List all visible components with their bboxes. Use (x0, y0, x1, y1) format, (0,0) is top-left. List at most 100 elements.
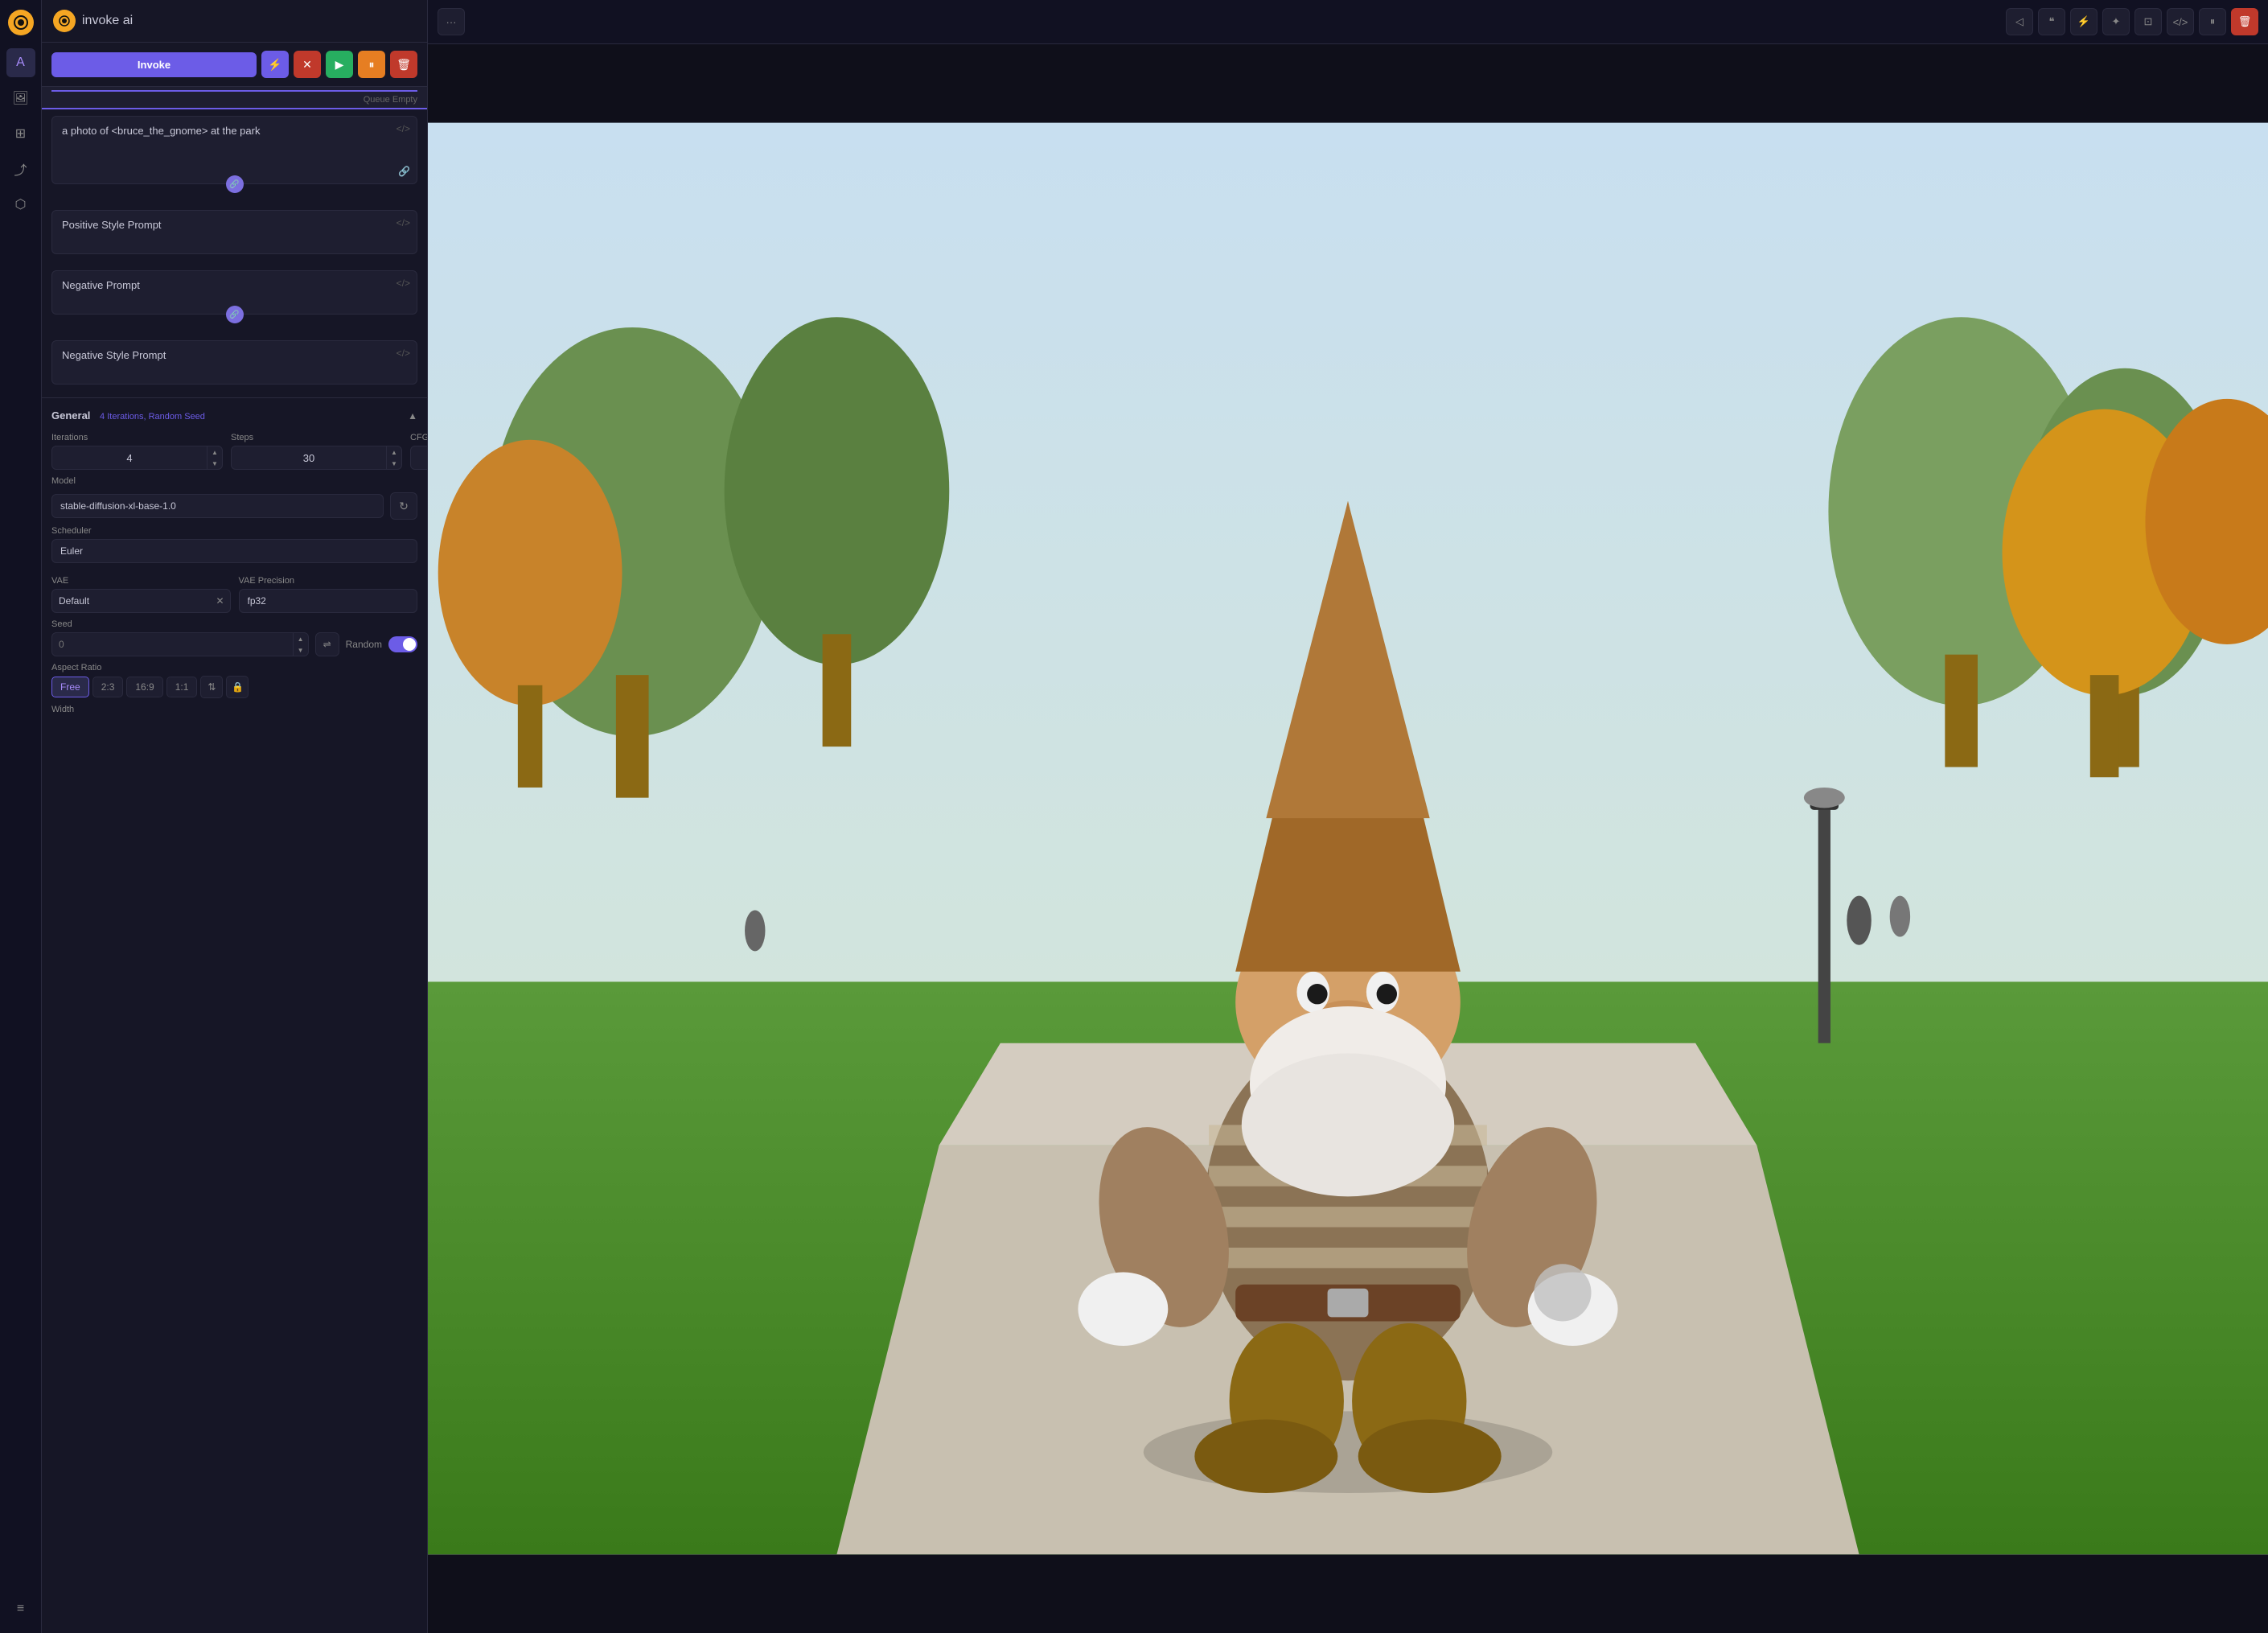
sidebar-item-menu[interactable]: ≡ (6, 1594, 35, 1623)
viewer-quote-button[interactable]: ❝ (2038, 8, 2065, 35)
viewer-pause-button[interactable]: ⏸ (2199, 8, 2226, 35)
general-section-header[interactable]: General 4 Iterations, Random Seed ▲ (51, 405, 417, 426)
seed-shuffle-button[interactable]: ⇌ (315, 632, 339, 656)
model-label: Model (51, 476, 417, 486)
app-name: invoke ai (82, 14, 133, 28)
app-logo (8, 10, 34, 35)
pause-button[interactable]: ⏸ (358, 51, 385, 78)
trash-button[interactable]: 🗑 (390, 51, 417, 78)
negative-section: </> 🔗 (42, 267, 427, 327)
viewer-toolbar: ··· ◁ ❝ ⚡ ✦ ⊡ </> ⏸ 🗑 (428, 0, 2268, 44)
toggle-knob (403, 638, 416, 651)
steps-input[interactable] (232, 447, 386, 469)
progress-bar (51, 90, 417, 92)
negative-prompt-box: </> 🔗 (51, 270, 417, 315)
app-title-bar: invoke ai (42, 0, 427, 43)
viewer-star-button[interactable]: ✦ (2102, 8, 2130, 35)
steps-label: Steps (231, 433, 402, 442)
viewer-send-button[interactable]: ⚡ (2070, 8, 2097, 35)
general-title: General (51, 409, 90, 422)
sidebar-item-grid[interactable]: ⊞ (6, 119, 35, 148)
steps-down[interactable]: ▼ (387, 458, 401, 469)
aspect-1-1-button[interactable]: 1:1 (166, 677, 198, 697)
vae-input[interactable] (52, 590, 211, 612)
viewer-back-button[interactable]: ◁ (2006, 8, 2033, 35)
negative-link-center[interactable]: 🔗 (226, 306, 244, 323)
aspect-ratio-label: Aspect Ratio (51, 663, 417, 673)
cfg-scale-param: CFG Scale ▲ ▼ (410, 433, 428, 470)
steps-input-wrap: ▲ ▼ (231, 446, 402, 470)
aspect-16-9-button[interactable]: 16:9 (126, 677, 162, 697)
positive-prompt-code-icon[interactable]: </> (396, 123, 410, 134)
model-select-wrap: stable-diffusion-xl-base-1.0 stable-diff… (51, 494, 384, 518)
negative-style-prompt-box: </> (51, 340, 417, 385)
chevron-up-icon: ▲ (408, 410, 417, 422)
invoke-toolbar: Invoke ⚡ ✕ ▶ ⏸ 🗑 (42, 43, 427, 87)
positive-prompt-box: </> 🔗 🔗 (51, 116, 417, 184)
seed-down[interactable]: ▼ (294, 644, 308, 656)
prompt-link-center[interactable]: 🔗 (226, 175, 244, 193)
title-logo (53, 10, 76, 32)
left-panel: invoke ai Invoke ⚡ ✕ ▶ ⏸ 🗑 Queue Empty <… (42, 0, 428, 1633)
iterations-label: Iterations (51, 433, 223, 442)
negative-style-section: </> (42, 327, 427, 397)
aspect-2-3-button[interactable]: 2:3 (92, 677, 124, 697)
aspect-lock-button[interactable]: 🔒 (226, 676, 249, 698)
positive-style-prompt-input[interactable] (52, 211, 417, 251)
viewer-code-button[interactable]: </> (2167, 8, 2194, 35)
scheduler-label: Scheduler (51, 526, 417, 536)
seed-row: Seed ▲ ▼ ⇌ Random (51, 619, 417, 656)
negative-style-code-icon[interactable]: </> (396, 348, 410, 359)
lightning-button[interactable]: ⚡ (261, 51, 289, 78)
cfg-scale-label: CFG Scale (410, 433, 428, 442)
general-subtitle: 4 Iterations, Random Seed (100, 412, 205, 422)
iterations-input[interactable] (52, 447, 207, 469)
vae-clear-button[interactable]: ✕ (211, 595, 230, 607)
aspect-free-button[interactable]: Free (51, 677, 89, 697)
sidebar-item-image[interactable]: 🖼 (6, 84, 35, 113)
steps-up[interactable]: ▲ (387, 446, 401, 458)
sidebar-item-share[interactable]: ⤴ (6, 154, 35, 183)
aspect-swap-button[interactable]: ⇅ (200, 676, 223, 698)
vae-label: VAE (51, 576, 231, 586)
image-area (428, 44, 2268, 1633)
seed-label: Seed (51, 619, 417, 629)
positive-prompt-link-icon[interactable]: 🔗 (398, 166, 410, 177)
invoke-button[interactable]: Invoke (51, 52, 257, 77)
vae-precision-select[interactable]: fp32 fp16 auto (239, 589, 418, 613)
positive-style-section: </> (42, 197, 427, 267)
vae-precision-param: VAE Precision fp32 fp16 auto (239, 576, 418, 613)
scheduler-select[interactable]: Euler DDIM DPM++ 2M Karras (51, 539, 417, 563)
viewer-more-button[interactable]: ··· (438, 8, 465, 35)
sidebar-item-avatar[interactable]: A (6, 48, 35, 77)
viewer-delete-button[interactable]: 🗑 (2231, 8, 2258, 35)
scheduler-param: Scheduler Euler DDIM DPM++ 2M Karras (51, 526, 417, 570)
model-refresh-button[interactable]: ↻ (390, 492, 417, 520)
cfg-input[interactable] (411, 447, 428, 469)
prompt-section: </> 🔗 🔗 (42, 109, 427, 197)
close-button[interactable]: ✕ (294, 51, 321, 78)
steps-param: Steps ▲ ▼ (231, 433, 402, 470)
random-toggle[interactable] (388, 636, 417, 652)
iterations-down[interactable]: ▼ (207, 458, 222, 469)
iterations-param: Iterations ▲ ▼ (51, 433, 223, 470)
width-label: Width (51, 705, 417, 714)
random-label: Random (346, 639, 382, 650)
model-select[interactable]: stable-diffusion-xl-base-1.0 stable-diff… (51, 494, 384, 518)
aspect-ratio-row: Aspect Ratio Free 2:3 16:9 1:1 ⇅ 🔒 (51, 663, 417, 698)
right-panel: ··· ◁ ❝ ⚡ ✦ ⊡ </> ⏸ 🗑 (428, 0, 2268, 1633)
positive-prompt-input[interactable] (52, 117, 417, 181)
negative-style-prompt-input[interactable] (52, 341, 417, 381)
positive-style-code-icon[interactable]: </> (396, 217, 410, 228)
vae-precision-label: VAE Precision (239, 576, 418, 586)
positive-style-prompt-box: </> (51, 210, 417, 254)
iterations-up[interactable]: ▲ (207, 446, 222, 458)
viewer-expand-button[interactable]: ⊡ (2134, 8, 2162, 35)
seed-up[interactable]: ▲ (294, 633, 308, 644)
seed-input[interactable] (52, 633, 293, 656)
sidebar-item-models[interactable]: ⬡ (6, 190, 35, 219)
vae-row: VAE ✕ VAE Precision fp32 fp16 auto (51, 576, 417, 613)
model-param: Model stable-diffusion-xl-base-1.0 stabl… (51, 476, 417, 520)
negative-prompt-code-icon[interactable]: </> (396, 278, 410, 289)
play-button[interactable]: ▶ (326, 51, 353, 78)
